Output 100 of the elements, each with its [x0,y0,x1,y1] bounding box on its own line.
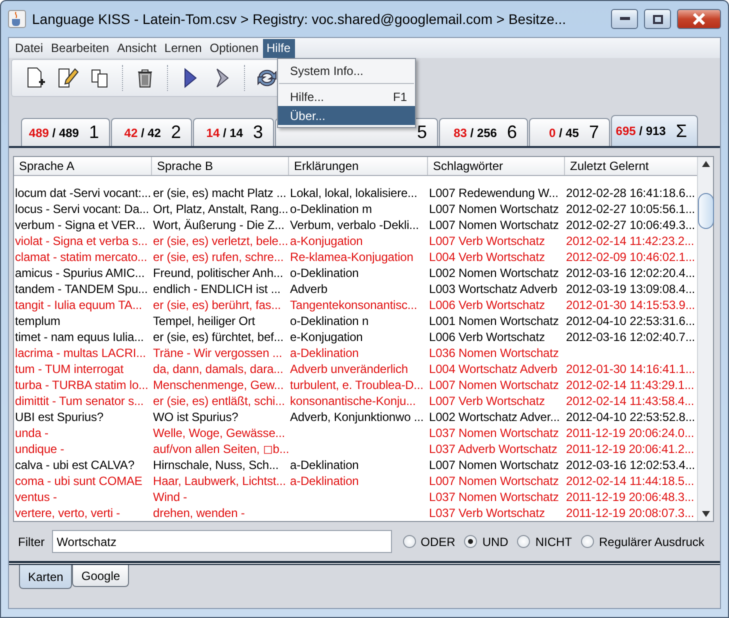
table-cell: er (sie, es) verletzt, bele... [152,233,289,249]
table-cell-text: tandem - TANDEM Spu... [14,281,149,297]
box-tab[interactable]: 0 / 45 7 [529,118,610,146]
radio-option[interactable]: UND [464,534,508,548]
box-tab[interactable]: 489 / 489 1 [21,118,110,146]
table-cell-text: 2012-01-30 14:16:41.1... [565,361,696,377]
scrollbar[interactable] [697,157,713,521]
table-cell-text: 2012-03-19 13:09:08.4... [565,281,696,297]
column-header[interactable]: Sprache A [14,157,152,175]
table-cell-text: 2012-01-30 14:15:53.9... [565,297,696,313]
table-cell-text: L007 Verb Wortschatz [428,233,546,249]
table-cell-text: Menschenmenge, Gew... [152,377,285,393]
table-cell-text: 2012-02-14 11:43:58.4... [565,393,696,409]
scroll-thumb[interactable] [698,193,714,229]
table-cell-text: Adverb unveränderlich [289,361,409,377]
table-cell-text: templum [14,313,62,329]
radio-option[interactable]: Regulärer Ausdruck [581,534,704,548]
table-cell-text: L004 Verb Wortschatz [428,249,546,265]
menu-item[interactable]: Lernen [160,38,206,58]
table-cell-text: e-Konjugation [289,329,364,345]
copy-icon [90,68,110,88]
table-cell-text: locus - Servi vocant: Da... [14,201,150,217]
filter-field[interactable]: Wortschatz [52,530,392,553]
new-document-icon [26,67,46,89]
window-title: Language KISS - Latein-Tom.csv > Registry: voc.shared@googlemail.com > Besitze... [32,11,568,27]
table-cell-text: er (sie, es) fürchtet, bef... [152,329,284,345]
box-tab[interactable]: 42 / 42 2 [111,118,192,146]
menu-entry[interactable]: Hilfe... F1 [278,87,415,106]
menu-item[interactable]: Bearbeiten [47,38,114,58]
box-tab[interactable]: 83 / 256 6 [439,118,528,146]
menu-entry[interactable]: System Info... [278,61,415,80]
table-cell-text: L007 Nomen Wortschatz [428,457,560,473]
table-cell-text: 2012-02-14 11:42:23.2... [565,233,696,249]
radio-option[interactable]: NICHT [517,534,572,548]
table-cell-text: 2011-12-19 20:06:24.0... [565,425,696,441]
table-cell-text: 2012-04-10 22:53:52.8... [565,409,696,425]
table-cell-text: undique - [14,441,66,457]
table-cell: locum dat -Servi vocant:... [14,185,152,201]
menu-entry[interactable]: Über... [278,106,415,125]
table-cell-text: L002 Nomen Wortschatz [428,265,560,281]
minimize-button[interactable] [611,9,638,29]
table-cell-text: Wind - [152,489,188,505]
menu-item[interactable]: Datei [11,38,48,58]
table-cell-text: unda - [14,425,50,441]
table-cell-text: drehen, wenden - [152,505,246,521]
table-cell: Ort, Platz, Anstalt, Rang... [152,201,289,217]
radio-option[interactable]: ODER [402,534,456,548]
table-cell-text: coma - ubi sunt COMAE [14,473,144,489]
table-cell-text: WO ist Spurius? [152,409,240,425]
table-cell-text: timet - nam equus Iulia... [14,329,145,345]
column-header[interactable]: Schlagwörter [428,157,565,175]
table-cell-text: Tempel, heiliger Ort [152,313,256,329]
column-header[interactable]: Erklärungen [289,157,428,175]
table-cell-text: L006 Verb Wortschatz [428,329,546,345]
table-cell-text: L004 Wortschatz Adverb [428,361,558,377]
table-cell-text: 2011-12-19 20:06:41.2... [565,441,696,457]
table-cell-text: turba - TURBA statim lo... [14,377,150,393]
table-cell-text: L007 Redewendung W... [428,185,560,201]
box-tab[interactable]: 14 / 14 3 [193,118,274,146]
table-cell-text: endlich - ENDLICH ist ... [152,281,282,297]
table-cell-text: L037 Nomen Wortschatz [428,425,560,441]
menu-item[interactable]: Optionen [206,38,262,58]
column-header[interactable]: Sprache B [152,157,289,175]
box-tab[interactable]: 695 / 913 Σ [611,115,698,146]
close-icon [693,13,705,25]
table-cell-text: L037 Verb Wortschatz [428,505,546,521]
table-cell-text: 2012-03-16 12:02:40.7... [565,329,696,345]
table-cell-text: L007 Verb Wortschatz [428,393,546,409]
pencil-document-icon [57,67,79,89]
table-cell: auf/von allen Seiten, ◻b... [152,441,289,457]
trash-icon [136,68,154,88]
table-cell-text: o-Deklination m [289,201,373,217]
table-cell-text: L002 Wortschatz Adver... [428,409,561,425]
table-cell-text: 2012-04-10 22:53:31.6... [565,313,696,329]
table-cell-text: L037 Nomen Wortschatz [428,489,560,505]
table-cell-text: L007 Nomen Wortschatz [428,217,560,233]
table-cell-text: 2011-12-19 20:06:48.3... [565,489,696,505]
table-cell-text: er (sie, es) berührt, fas... [152,297,282,313]
java-cup-icon [8,10,26,28]
menu-item[interactable]: Hilfe [262,38,295,58]
table-cell-text: Träne - Wir vergossen ... [152,345,284,361]
table-cell-text: Tangentekonsonantisc... [289,297,418,313]
menu-item[interactable]: Ansicht [113,38,160,58]
bottom-tab[interactable]: Google [72,565,130,587]
maximize-button[interactable] [644,9,671,29]
table-cell-text: 2012-02-09 10:46:02.1... [565,249,696,265]
table-cell-text: er (sie, es) entläßt, schi... [152,393,286,409]
table-cell-text: er (sie, es) rufen, schre... [152,249,285,265]
table-cell-text: tangit - Iulia equum TA... [14,297,144,313]
chevron-right-icon [215,68,229,88]
table-cell-text: UBI est Spurius? [14,409,104,425]
table-cell-text: da, dann, damals, dara... [152,361,284,377]
table-cell-text: L006 Verb Wortschatz [428,297,546,313]
close-button[interactable] [677,9,721,29]
table-cell-text: Verbum, verbalo -Dekli... [289,217,420,233]
table-cell-text: lacrima - multas LACRI... [14,345,147,361]
filter-label: Filter [18,534,45,548]
bottom-tab[interactable]: Karten [19,565,72,589]
table-cell-text: a-Deklination [289,457,360,473]
minimize-icon [620,17,630,21]
